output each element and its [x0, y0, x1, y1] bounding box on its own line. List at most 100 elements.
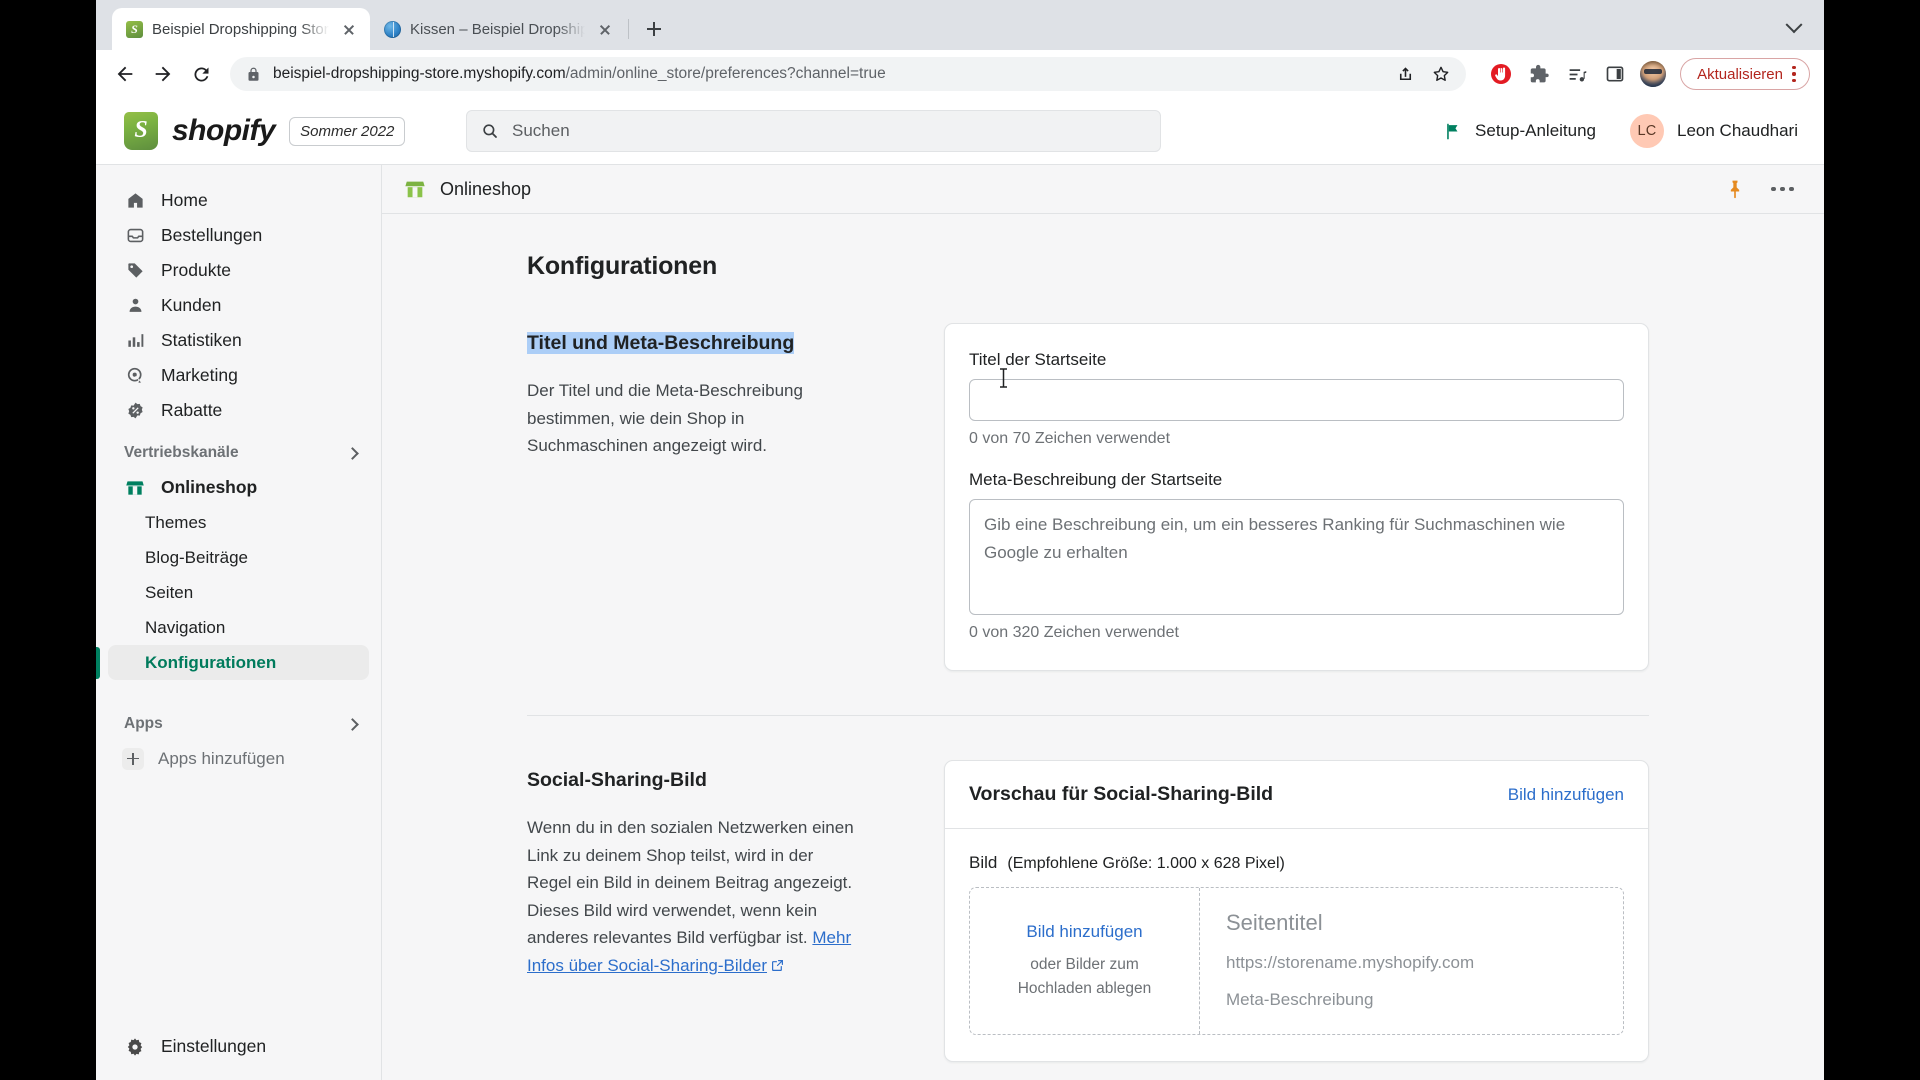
sidebar-section-vertriebskanaele[interactable]: Vertriebskanäle [108, 436, 369, 470]
sidebar-item-marketing[interactable]: Marketing [108, 358, 369, 393]
add-image-link[interactable]: Bild hinzufügen [1508, 785, 1624, 805]
product-tag-icon [124, 260, 146, 282]
main-content: Onlineshop Konfigurationen Titel und Met… [382, 165, 1824, 1080]
sidebar-section-apps[interactable]: Apps [108, 707, 369, 741]
dropzone-upload-area[interactable]: Bild hinzufügen oder Bilder zum Hochlade… [970, 888, 1200, 1034]
marketing-target-icon [124, 365, 146, 387]
meta-field-label: Meta-Beschreibung der Startseite [969, 470, 1223, 489]
sidebar-item-blog-beitraege[interactable]: Blog-Beiträge [108, 540, 369, 575]
sidebar-item-seiten[interactable]: Seiten [108, 575, 369, 610]
orders-inbox-icon [124, 225, 146, 247]
forward-arrow-icon[interactable] [146, 57, 180, 91]
avatar: LC [1630, 114, 1665, 148]
preview-url: https://storename.myshopify.com [1226, 953, 1475, 972]
sidebar-item-label: Bestellungen [161, 225, 263, 245]
setup-guide-button[interactable]: Setup-Anleitung [1444, 121, 1596, 141]
customer-person-icon [124, 295, 146, 317]
sidebar-item-bestellungen[interactable]: Bestellungen [108, 218, 369, 253]
browser-tab-1[interactable]: Beispiel Dropshipping Store · K [112, 8, 370, 50]
preview-description: Meta-Beschreibung [1226, 990, 1374, 1009]
page-title: Konfigurationen [527, 252, 718, 280]
globe-favicon [384, 20, 401, 38]
active-indicator [96, 647, 100, 679]
sidebar-item-rabatte[interactable]: Rabatte [108, 393, 369, 428]
sidebar-item-statistiken[interactable]: Statistiken [108, 323, 369, 358]
sidebar-item-label: Statistiken [161, 330, 242, 350]
url-text: beispiel-dropshipping-store.myshopify.co… [273, 65, 886, 82]
title-field-label: Titel der Startseite [969, 350, 1107, 369]
app-topbar: shopify Sommer 2022 Suchen Setup-Anleitu… [96, 98, 1824, 165]
meta-description-placeholder: Gib eine Beschreibung ein, um ein besser… [984, 515, 1566, 562]
analytics-bars-icon [124, 330, 146, 352]
sidebar-item-label: Rabatte [161, 400, 223, 420]
section-social: Social-Sharing-Bild Wenn du in den sozia… [527, 760, 1649, 1062]
shopify-bag-icon [124, 112, 158, 150]
text-cursor-icon [997, 367, 1010, 389]
address-bar[interactable]: beispiel-dropshipping-store.myshopify.co… [230, 57, 1467, 91]
side-panel-icon[interactable] [1598, 57, 1632, 91]
title-counter: 0 von 70 Zeichen verwendet [969, 430, 1171, 447]
user-menu[interactable]: LC Leon Chaudhari [1630, 114, 1798, 148]
more-options-icon[interactable] [1771, 186, 1794, 192]
sidebar-item-themes[interactable]: Themes [108, 505, 369, 540]
sidebar-item-einstellungen[interactable]: Einstellungen [108, 1029, 369, 1064]
sidebar-item-label: Home [161, 190, 208, 210]
tab-separator [628, 19, 629, 39]
kebab-menu-icon[interactable] [1785, 65, 1803, 83]
reload-icon[interactable] [184, 57, 218, 91]
lock-icon [248, 67, 259, 81]
sidebar-item-onlineshop[interactable]: Onlineshop [108, 470, 369, 505]
close-icon[interactable] [594, 18, 616, 40]
social-card: Vorschau für Social-Sharing-Bild Bild hi… [944, 760, 1649, 1062]
sidebar-item-konfigurationen[interactable]: Konfigurationen [108, 645, 369, 680]
breadcrumb[interactable]: Onlineshop [404, 178, 531, 200]
profile-avatar-icon[interactable] [1636, 57, 1670, 91]
sidebar-item-apps-hinzufuegen[interactable]: Apps hinzufügen [108, 741, 369, 776]
discount-percent-icon [124, 400, 146, 422]
sidebar-item-label: Navigation [145, 617, 226, 637]
meta-counter: 0 von 320 Zeichen verwendet [969, 624, 1179, 641]
shopify-logo[interactable]: shopify Sommer 2022 [124, 112, 466, 150]
tab-strip: Beispiel Dropshipping Store · K Kissen –… [96, 0, 1824, 50]
external-link-icon [771, 953, 784, 971]
image-dropzone[interactable]: Bild hinzufügen oder Bilder zum Hochlade… [969, 887, 1624, 1035]
plus-icon [122, 747, 144, 770]
meta-description-textarea[interactable]: Gib eine Beschreibung ein, um ein besser… [969, 499, 1624, 615]
reading-list-icon[interactable] [1560, 57, 1594, 91]
sidebar-item-navigation[interactable]: Navigation [108, 610, 369, 645]
sidebar-item-label: Themes [145, 512, 207, 532]
breadcrumb-label: Onlineshop [440, 178, 532, 199]
sidebar-item-label: Blog-Beiträge [145, 547, 249, 567]
pin-icon[interactable] [1725, 178, 1745, 200]
preview-title: Seitentitel [1226, 910, 1323, 935]
sidebar-item-label: Seiten [145, 582, 194, 602]
sidebar-item-label: Einstellungen [161, 1036, 267, 1056]
dropzone-add-image-link[interactable]: Bild hinzufügen [1026, 922, 1142, 942]
update-button-label: Aktualisieren [1697, 65, 1783, 83]
social-card-title: Vorschau für Social-Sharing-Bild [969, 783, 1274, 805]
search-input[interactable]: Suchen [466, 110, 1161, 152]
sidebar-item-kunden[interactable]: Kunden [108, 288, 369, 323]
shopify-admin: shopify Sommer 2022 Suchen Setup-Anleitu… [96, 98, 1824, 1080]
sidebar: Home Bestellungen Produkte Kunden Statis… [96, 165, 382, 1080]
share-icon[interactable] [1388, 57, 1422, 91]
close-icon[interactable] [338, 18, 360, 40]
sidebar-section-label: Apps [124, 715, 163, 732]
homepage-title-input[interactable] [969, 368, 1624, 421]
sidebar-item-home[interactable]: Home [108, 183, 369, 218]
seo-card: Titel der Startseite 0 von 70 Zeichen ve… [944, 323, 1649, 671]
new-tab-button[interactable] [637, 12, 671, 46]
puzzle-icon[interactable] [1522, 57, 1556, 91]
star-icon[interactable] [1424, 57, 1458, 91]
shopify-favicon [126, 20, 143, 38]
sidebar-item-produkte[interactable]: Produkte [108, 253, 369, 288]
sidebar-item-label: Onlineshop [161, 477, 258, 497]
back-arrow-icon[interactable] [108, 57, 142, 91]
chevron-down-icon[interactable] [1785, 16, 1803, 34]
adblock-icon[interactable] [1484, 57, 1518, 91]
section-seo: Titel und Meta-Beschreibung Der Titel un… [527, 323, 1649, 671]
home-icon [124, 190, 146, 212]
update-button[interactable]: Aktualisieren [1680, 58, 1810, 90]
search-placeholder: Suchen [512, 121, 570, 140]
browser-tab-2[interactable]: Kissen – Beispiel Dropshipping [370, 8, 626, 50]
